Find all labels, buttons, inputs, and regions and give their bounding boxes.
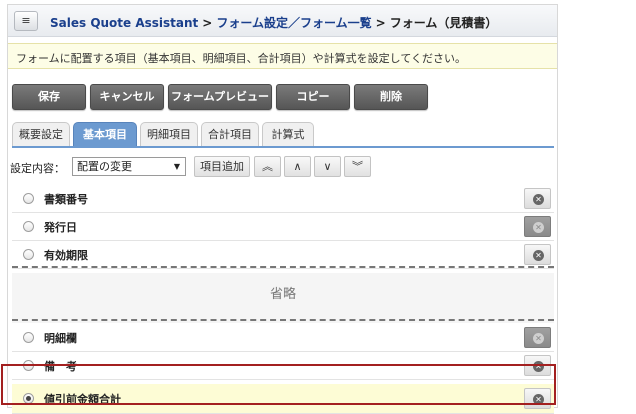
item-label: 明細欄 [44, 332, 77, 345]
highlight-callout [1, 364, 556, 405]
item-label: 書類番号 [44, 193, 88, 206]
tab-total-items[interactable]: 合計項目 [201, 122, 259, 147]
move-down-button[interactable]: ∨ [314, 156, 341, 177]
list-item[interactable]: 明細欄 ✕ [12, 324, 554, 352]
copy-button[interactable]: コピー [276, 84, 350, 110]
menu-icon[interactable]: ≡ [14, 11, 38, 31]
remove-item-button[interactable]: ✕ [524, 216, 551, 237]
save-button[interactable]: 保存 [12, 84, 86, 110]
breadcrumb-separator: > [375, 16, 386, 30]
app-window: ≡ Sales Quote Assistant > フォーム設定／フォーム一覧 > フォ… [7, 4, 558, 414]
form-preview-button[interactable]: フォームプレビュー [168, 84, 272, 110]
omission-divider [12, 266, 554, 268]
item-radio[interactable] [23, 249, 34, 260]
close-circle-icon: ✕ [533, 194, 544, 205]
remove-item-button[interactable]: ✕ [524, 188, 551, 209]
tab-underline [12, 146, 554, 148]
item-radio[interactable] [23, 193, 34, 204]
item-label: 有効期限 [44, 249, 88, 262]
item-radio[interactable] [23, 221, 34, 232]
list-item[interactable]: 有効期限 ✕ [12, 241, 554, 269]
remove-item-button[interactable]: ✕ [524, 327, 551, 348]
chevron-down-icon: ▼ [173, 162, 180, 171]
omission-divider [12, 319, 554, 321]
close-circle-icon: ✕ [533, 250, 544, 261]
tab-detail-items[interactable]: 明細項目 [140, 122, 198, 147]
settings-label: 設定内容： [10, 162, 65, 175]
breadcrumb: Sales Quote Assistant > フォーム設定／フォーム一覧 > フォーム… [50, 14, 497, 31]
chevron-up-icon: ∧ [293, 160, 302, 173]
settings-select-value: 配置の変更 [77, 160, 132, 173]
tab-formulas[interactable]: 計算式 [262, 122, 314, 147]
omitted-section: 省略 [12, 273, 554, 323]
tab-overview[interactable]: 概要設定 [12, 122, 70, 147]
omitted-label: 省略 [269, 287, 296, 302]
close-circle-icon: ✕ [533, 222, 544, 233]
breadcrumb-app-link[interactable]: Sales Quote Assistant [50, 16, 198, 30]
delete-button[interactable]: 削除 [354, 84, 428, 110]
move-bottom-button[interactable]: ︾ [344, 156, 371, 177]
breadcrumb-form-list-link[interactable]: フォーム設定／フォーム一覧 [216, 16, 371, 30]
cancel-button[interactable]: キャンセル [90, 84, 164, 110]
settings-toolbar: 設定内容： 配置の変更 ▼ 項目追加 ︽ ∧ ∨ ︾ [10, 156, 556, 178]
move-up-button[interactable]: ∧ [284, 156, 311, 177]
list-item[interactable]: 発行日 ✕ [12, 213, 554, 241]
settings-select[interactable]: 配置の変更 ▼ [72, 157, 186, 176]
chevron-down-icon: ∨ [323, 160, 332, 173]
add-item-button[interactable]: 項目追加 [194, 156, 250, 177]
info-message: フォームに配置する項目（基本項目、明細項目、合計項目）や計算式を設定してください… [8, 43, 557, 69]
breadcrumb-current: フォーム（見積書） [389, 16, 498, 30]
double-chevron-down-icon: ︾ [352, 160, 363, 173]
remove-item-button[interactable]: ✕ [524, 244, 551, 265]
item-radio[interactable] [23, 332, 34, 343]
header-bar: ≡ Sales Quote Assistant > フォーム設定／フォーム一覧 > フォ… [8, 5, 557, 37]
item-label: 発行日 [44, 221, 77, 234]
close-circle-icon: ✕ [533, 333, 544, 344]
tab-basic-items[interactable]: 基本項目 [73, 122, 137, 147]
move-top-button[interactable]: ︽ [254, 156, 281, 177]
double-chevron-up-icon: ︽ [262, 160, 273, 173]
breadcrumb-separator: > [202, 16, 213, 30]
list-item[interactable]: 書類番号 ✕ [12, 185, 554, 213]
